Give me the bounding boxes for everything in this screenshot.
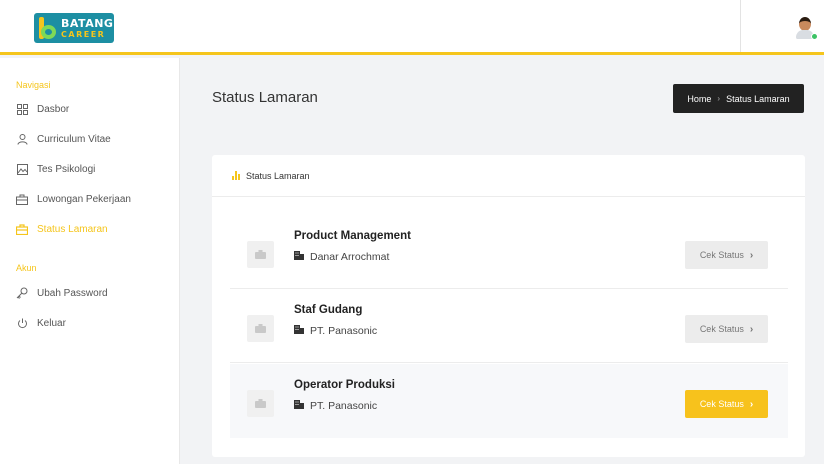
sidebar-section-akun: Akun: [16, 263, 37, 273]
company-name: PT. Panasonic: [310, 325, 378, 337]
job-thumbnail-icon: [247, 390, 274, 417]
job-thumbnail-icon: [247, 315, 274, 342]
sidebar-section-navigasi: Navigasi: [16, 80, 51, 90]
breadcrumb-current: Status Lamaran: [726, 93, 790, 104]
sidebar-item-curriculum-vitae[interactable]: Curriculum Vitae: [16, 129, 176, 149]
sidebar-item-dasbor[interactable]: Dasbor: [16, 99, 176, 119]
job-thumbnail-icon: [247, 241, 274, 268]
logo-mark-icon: [39, 17, 57, 39]
chevron-right-icon: ›: [749, 323, 754, 335]
online-status-icon: [811, 33, 818, 40]
company-name: Danar Arrochmat: [310, 251, 390, 263]
building-icon: [294, 325, 304, 337]
sidebar-item-keluar[interactable]: Keluar: [16, 313, 176, 333]
chevron-right-icon: ›: [749, 249, 754, 261]
bar-chart-icon: [232, 171, 240, 180]
sidebar-item-label: Lowongan Pekerjaan: [37, 193, 131, 205]
briefcase-icon: [16, 223, 28, 235]
breadcrumb: Home › Status Lamaran: [673, 84, 804, 113]
page-title: Status Lamaran: [212, 89, 318, 106]
sidebar-item-label: Dasbor: [37, 103, 70, 115]
breadcrumb-home-link[interactable]: Home: [687, 94, 711, 104]
application-row: Operator Produksi PT. Panasonic Cek Stat…: [230, 364, 788, 438]
briefcase-icon: [16, 193, 28, 205]
sidebar-item-label: Status Lamaran: [37, 223, 108, 235]
cek-status-button[interactable]: Cek Status ›: [685, 241, 768, 269]
job-title: Staf Gudang: [294, 304, 363, 316]
building-icon: [294, 251, 304, 263]
batang-career-logo[interactable]: BATANG CAREER: [34, 13, 114, 43]
breadcrumb-separator: ›: [717, 94, 721, 103]
card-title: Status Lamaran: [246, 170, 310, 181]
sidebar-item-lowongan-pekerjaan[interactable]: Lowongan Pekerjaan: [16, 189, 176, 209]
job-title: Product Management: [294, 230, 411, 242]
job-title: Operator Produksi: [294, 379, 395, 391]
status-lamaran-card: Status Lamaran Product Management Danar …: [212, 155, 805, 457]
sidebar: Navigasi Dasbor Curriculum Vitae Tes Psi…: [0, 58, 180, 464]
user-avatar[interactable]: [793, 15, 818, 41]
company-name: PT. Panasonic: [310, 400, 378, 412]
image-icon: [16, 163, 28, 175]
key-icon: [16, 287, 28, 299]
sidebar-item-ubah-password[interactable]: Ubah Password: [16, 283, 176, 303]
chevron-right-icon: ›: [749, 398, 754, 410]
topbar-divider: [740, 0, 741, 52]
top-bar: BATANG CAREER: [0, 0, 824, 55]
cek-status-button[interactable]: Cek Status ›: [685, 315, 768, 343]
cek-status-button[interactable]: Cek Status ›: [685, 390, 768, 418]
logo-text-line2: CAREER: [61, 29, 106, 39]
sidebar-item-tes-psikologi[interactable]: Tes Psikologi: [16, 159, 176, 179]
sidebar-item-label: Keluar: [37, 317, 66, 329]
logo-text-line1: BATANG: [61, 16, 114, 30]
building-icon: [294, 400, 304, 412]
power-icon: [16, 317, 28, 329]
application-row: Product Management Danar Arrochmat Cek S…: [230, 215, 788, 289]
sidebar-item-label: Tes Psikologi: [37, 163, 96, 175]
user-icon: [16, 133, 28, 145]
sidebar-item-label: Curriculum Vitae: [37, 133, 111, 145]
sidebar-item-status-lamaran[interactable]: Status Lamaran: [16, 219, 176, 239]
dashboard-icon: [16, 103, 28, 115]
application-row: Staf Gudang PT. Panasonic Cek Status ›: [230, 289, 788, 363]
card-header: Status Lamaran: [212, 155, 805, 197]
sidebar-item-label: Ubah Password: [37, 287, 108, 299]
